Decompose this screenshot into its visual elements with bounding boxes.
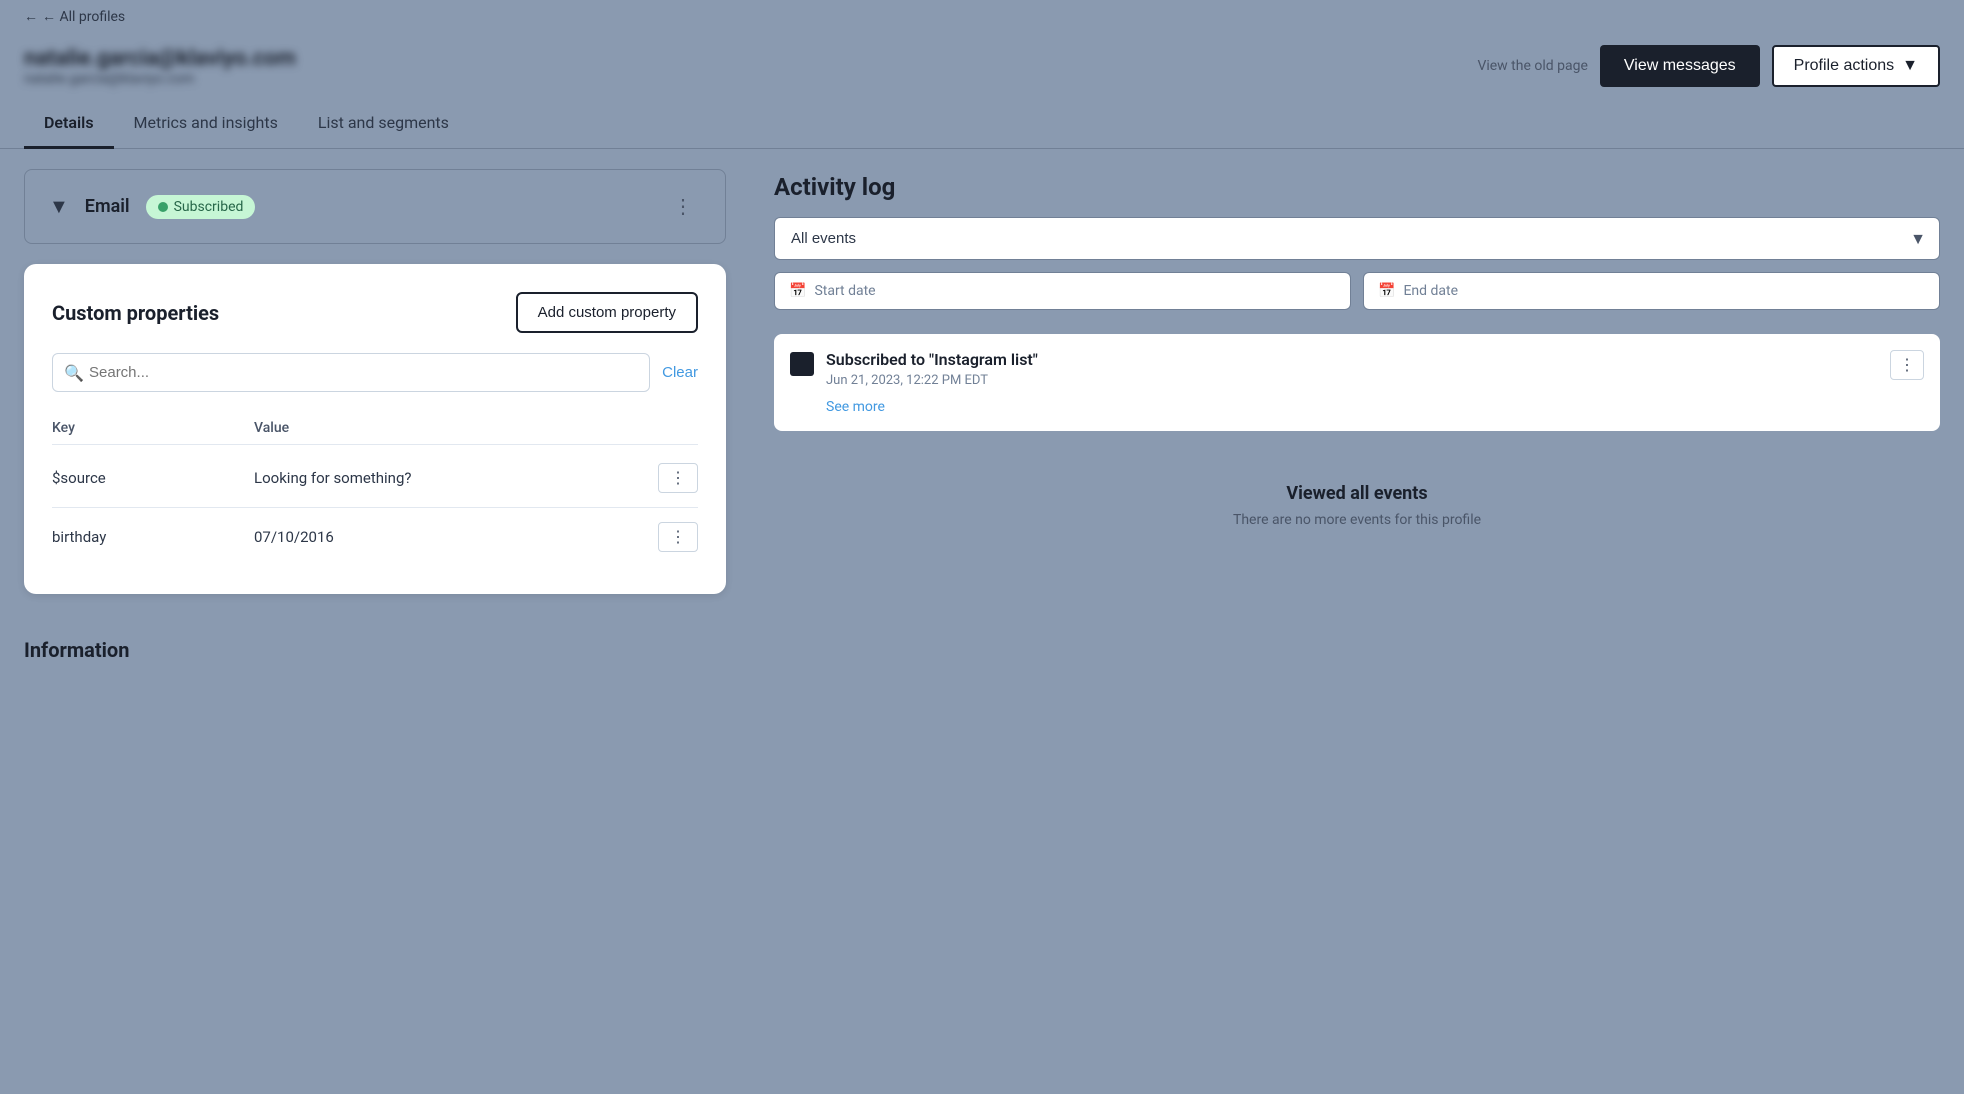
left-panel: ▼ Email Subscribed ⋮ Custom properties A…: [0, 149, 750, 682]
viewed-all-subtitle: There are no more events for this profil…: [794, 512, 1920, 528]
event-menu-button[interactable]: ⋮: [1890, 350, 1924, 380]
view-old-page-link[interactable]: View the old page: [1477, 58, 1587, 74]
prop-key-0: $source: [52, 469, 254, 487]
start-date-input[interactable]: 📅 Start date: [774, 272, 1351, 310]
email-card: ▼ Email Subscribed ⋮: [24, 169, 726, 244]
calendar-end-icon: 📅: [1378, 283, 1395, 299]
event-left: Subscribed to "Instagram list" Jun 21, 2…: [790, 350, 1038, 415]
event-content: Subscribed to "Instagram list" Jun 21, 2…: [826, 350, 1038, 415]
search-input-wrapper: 🔍: [52, 353, 650, 392]
back-link-label: ← All profiles: [42, 8, 125, 25]
event-time: Jun 21, 2023, 12:22 PM EDT: [826, 373, 1038, 388]
custom-properties-table: Key Value $source Looking for something?…: [52, 412, 698, 566]
event-title: Subscribed to "Instagram list": [826, 350, 1038, 369]
email-section: ▼ Email Subscribed ⋮: [0, 149, 750, 264]
search-container: 🔍 Clear: [52, 353, 698, 392]
tabs-bar: Details Metrics and insights List and se…: [0, 99, 1964, 149]
subscribed-dot-icon: [158, 202, 168, 212]
chevron-down-icon: ▼: [1902, 57, 1918, 75]
table-row: birthday 07/10/2016 ⋮: [52, 508, 698, 566]
information-section: Information: [0, 618, 750, 682]
profile-email-secondary: natalie.garcia@klaviyo.com: [24, 71, 296, 87]
custom-properties-card: Custom properties Add custom property 🔍 …: [24, 264, 726, 594]
prop-value-0: Looking for something?: [254, 469, 658, 487]
events-dropdown[interactable]: All events: [774, 217, 1940, 260]
back-area: ← ← All profiles: [0, 0, 1964, 33]
value-column-header: Value: [254, 420, 658, 436]
props-table-header: Key Value: [52, 412, 698, 445]
profile-actions-button[interactable]: Profile actions ▼: [1772, 45, 1940, 87]
clear-search-button[interactable]: Clear: [662, 364, 698, 381]
activity-event-0: Subscribed to "Instagram list" Jun 21, 2…: [774, 334, 1940, 431]
header-actions: View the old page View messages Profile …: [1477, 45, 1940, 87]
tab-details[interactable]: Details: [24, 99, 114, 149]
tab-list[interactable]: List and segments: [298, 99, 469, 149]
profile-email-primary: natalie.garcia@klaviyo.com: [24, 46, 296, 71]
see-more-link[interactable]: See more: [826, 399, 885, 415]
date-filters: 📅 Start date 📅 End date: [774, 272, 1940, 310]
viewed-all-title: Viewed all events: [794, 483, 1920, 504]
email-card-left: ▼ Email Subscribed: [49, 194, 255, 219]
right-panel: Activity log All events ▼ 📅 Start date 📅…: [750, 149, 1964, 682]
tab-metrics[interactable]: Metrics and insights: [114, 99, 298, 149]
back-arrow-icon: ←: [24, 8, 38, 25]
prop-value-1: 07/10/2016: [254, 528, 658, 546]
event-header: Subscribed to "Instagram list" Jun 21, 2…: [790, 350, 1924, 415]
viewed-all-events: Viewed all events There are no more even…: [774, 443, 1940, 568]
email-menu-button[interactable]: ⋮: [665, 190, 701, 223]
end-date-label: End date: [1403, 283, 1458, 299]
view-messages-button[interactable]: View messages: [1600, 45, 1760, 87]
subscribed-label: Subscribed: [174, 199, 244, 215]
row-0-menu-button[interactable]: ⋮: [658, 463, 698, 493]
email-chevron-icon[interactable]: ▼: [49, 194, 69, 219]
information-title: Information: [24, 638, 129, 662]
subscribed-badge: Subscribed: [146, 195, 256, 219]
key-column-header: Key: [52, 420, 254, 436]
end-date-input[interactable]: 📅 End date: [1363, 272, 1940, 310]
table-row: $source Looking for something? ⋮: [52, 449, 698, 508]
profile-actions-label: Profile actions: [1794, 57, 1895, 75]
email-label: Email: [85, 196, 130, 217]
calendar-start-icon: 📅: [789, 283, 806, 299]
start-date-label: Start date: [814, 283, 875, 299]
row-1-menu-button[interactable]: ⋮: [658, 522, 698, 552]
custom-properties-title: Custom properties: [52, 301, 219, 325]
back-link[interactable]: ← ← All profiles: [24, 8, 1940, 25]
event-icon: [790, 352, 814, 376]
profile-emails: natalie.garcia@klaviyo.com natalie.garci…: [24, 46, 296, 87]
custom-properties-header: Custom properties Add custom property: [52, 292, 698, 333]
custom-properties-search-input[interactable]: [52, 353, 650, 392]
events-dropdown-wrapper: All events ▼: [774, 217, 1940, 260]
top-header: natalie.garcia@klaviyo.com natalie.garci…: [0, 33, 1964, 99]
search-icon: 🔍: [64, 363, 84, 382]
prop-key-1: birthday: [52, 528, 254, 546]
add-custom-property-button[interactable]: Add custom property: [516, 292, 698, 333]
main-content: ▼ Email Subscribed ⋮ Custom properties A…: [0, 149, 1964, 682]
activity-log-title: Activity log: [774, 173, 1940, 201]
